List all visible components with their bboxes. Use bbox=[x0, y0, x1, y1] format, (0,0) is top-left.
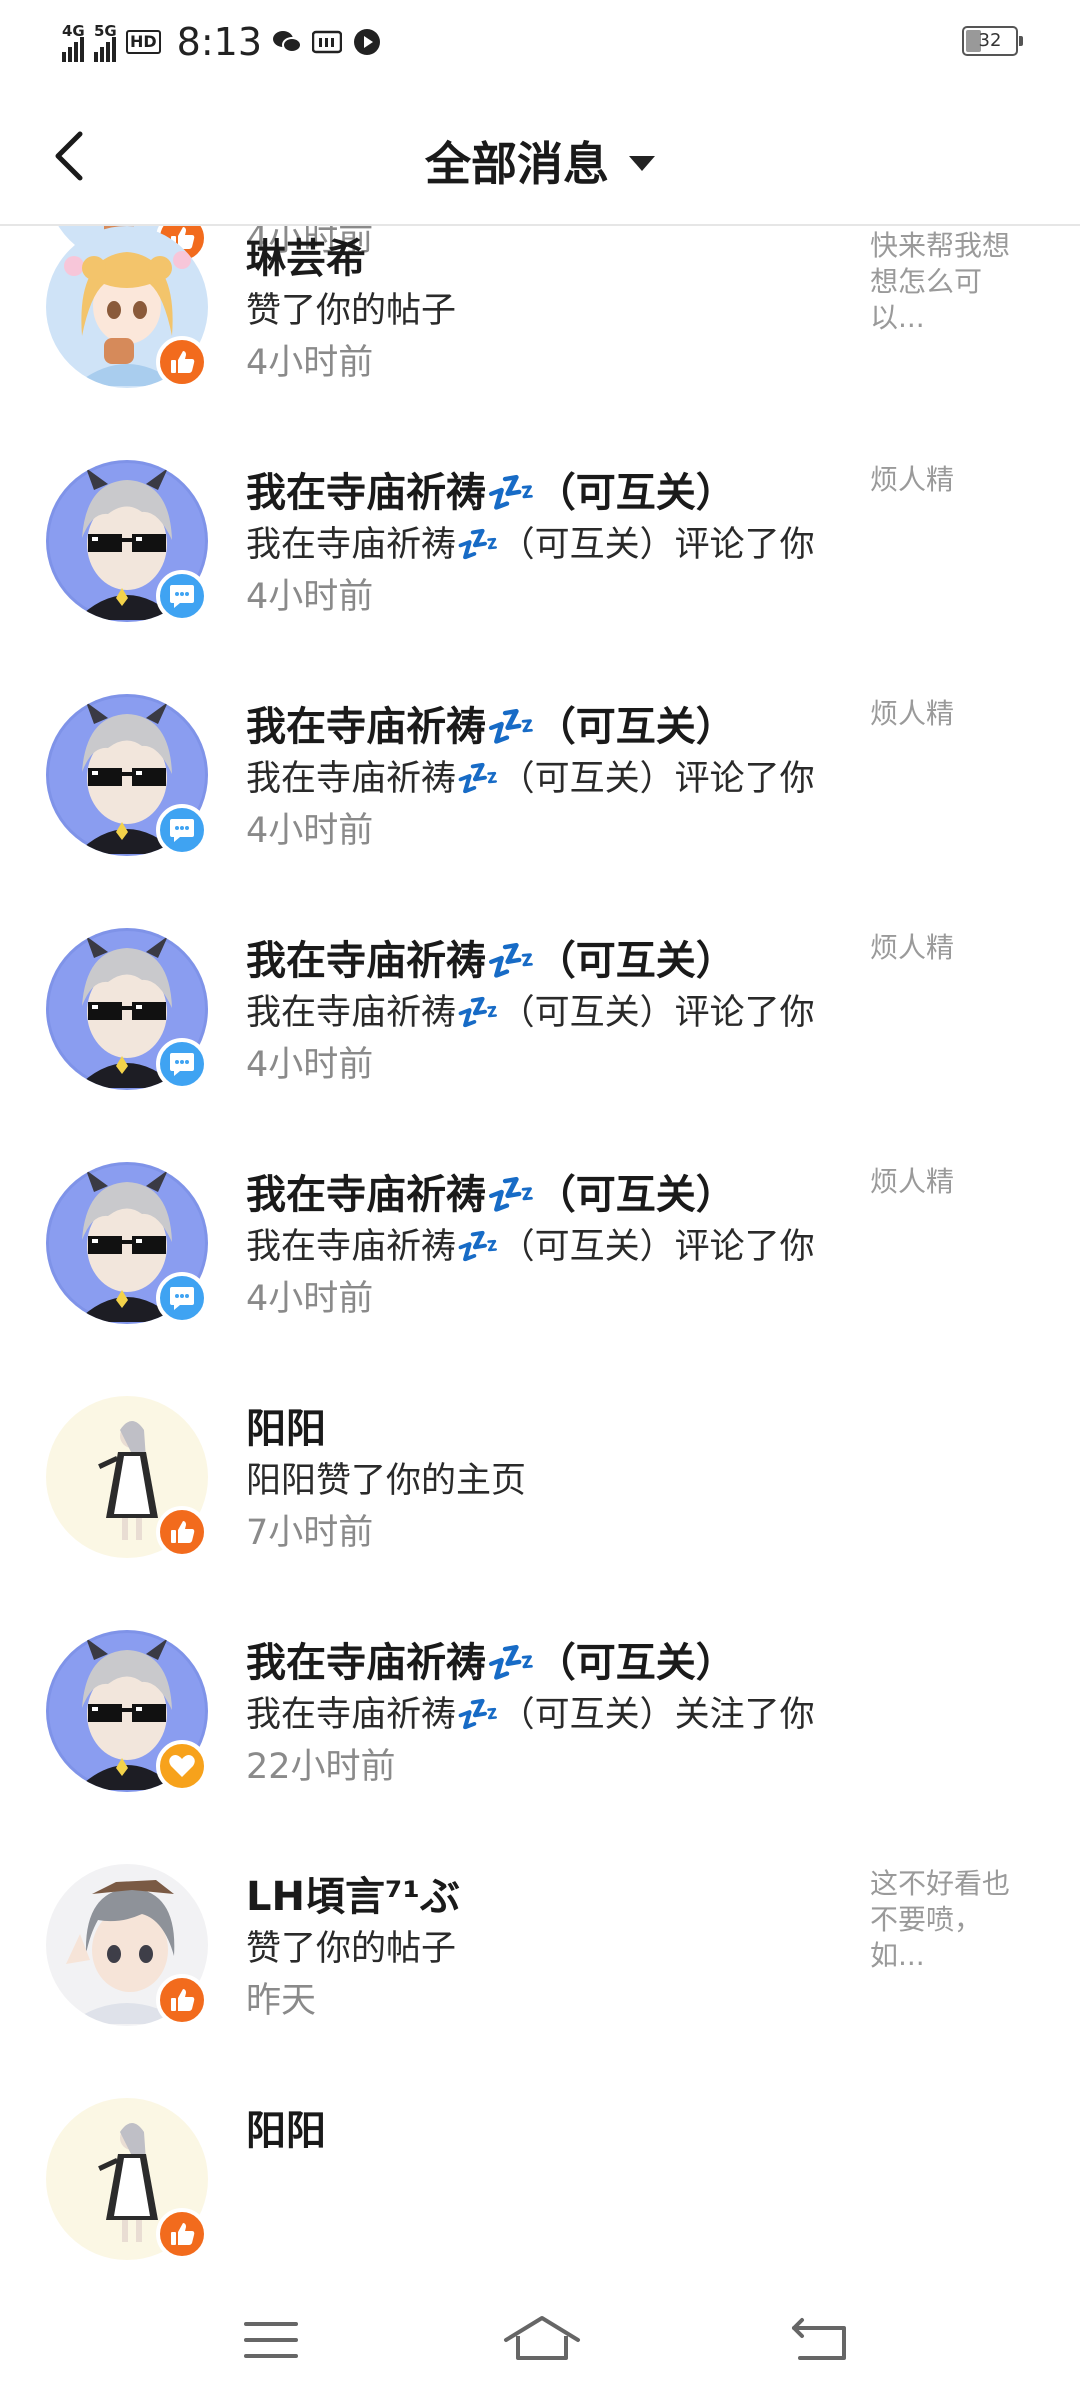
comment-badge bbox=[156, 804, 208, 856]
thumbs-up-badge-icon bbox=[171, 1989, 195, 2011]
message-item[interactable]: 我在寺庙祈祷💤（可互关） 我在寺庙祈祷💤（可互关）关注了你 22小时前 bbox=[0, 1630, 1080, 1864]
message-action: 我在寺庙祈祷💤（可互关）评论了你 bbox=[246, 759, 815, 799]
message-action: 我在寺庙祈祷💤（可互关）关注了你 bbox=[246, 1695, 815, 1735]
signal-4g-icon: 4G bbox=[62, 22, 85, 62]
thumbs-up-badge-icon bbox=[171, 2223, 195, 2245]
wechat-icon bbox=[272, 27, 303, 57]
message-time: 4小时前 bbox=[246, 343, 374, 383]
comment-badge-icon bbox=[170, 1053, 194, 1076]
system-navigation-bar bbox=[0, 2282, 1080, 2408]
message-item[interactable]: 我在寺庙祈祷💤（可互关） 我在寺庙祈祷💤（可互关）评论了你 4小时前 烦人精 bbox=[0, 460, 1080, 694]
sender-name[interactable]: 琳芸希 bbox=[246, 226, 366, 284]
sender-name[interactable]: LH頃言⁷¹ぶ bbox=[246, 1864, 460, 1922]
hd-voice-icon: HD bbox=[126, 30, 161, 54]
message-time: 22小时前 bbox=[246, 1747, 396, 1787]
message-item[interactable]: 我在寺庙祈祷💤（可互关） 我在寺庙祈祷💤（可互关）评论了你 4小时前 烦人精 bbox=[0, 1162, 1080, 1396]
like-badge bbox=[156, 336, 208, 388]
return-button[interactable] bbox=[786, 2310, 856, 2370]
message-list[interactable]: 赞了你的帖子4小时前看...琳芸希赞了你的帖子4小时前快来帮我想想怎么可以...… bbox=[0, 226, 1080, 2282]
battery-percent: 32 bbox=[978, 30, 1002, 51]
message-action: 阳阳赞了你的主页 bbox=[246, 1461, 527, 1501]
comment-badge bbox=[156, 1272, 208, 1324]
message-action: 赞了你的帖子 bbox=[246, 291, 457, 331]
post-snippet[interactable]: 烦人精 bbox=[870, 696, 1030, 732]
message-time: 昨天 bbox=[246, 1981, 317, 2021]
sender-name[interactable]: 我在寺庙祈祷💤（可互关） bbox=[246, 460, 736, 518]
post-snippet[interactable]: 烦人精 bbox=[870, 930, 1030, 966]
thumbs-up-badge-icon bbox=[171, 351, 195, 373]
message-action: 赞了你的帖子 bbox=[246, 1929, 457, 1969]
sender-name[interactable]: 阳阳 bbox=[246, 2098, 326, 2156]
comment-badge-icon bbox=[170, 819, 194, 842]
comment-badge-icon bbox=[170, 1287, 194, 1310]
message-item[interactable]: 阳阳阳阳赞了你的主页 7小时前 bbox=[0, 1396, 1080, 1630]
sender-name[interactable]: 阳阳 bbox=[246, 1396, 326, 1454]
home-icon bbox=[504, 2316, 580, 2360]
clock: 8:13 bbox=[176, 20, 263, 64]
back-icon bbox=[792, 2318, 846, 2360]
comment-badge bbox=[156, 570, 208, 622]
message-action: 我在寺庙祈祷💤（可互关）评论了你 bbox=[246, 993, 815, 1033]
like-badge bbox=[156, 2208, 208, 2260]
like-badge bbox=[156, 1506, 208, 1558]
music-app-icon bbox=[352, 27, 382, 57]
post-snippet[interactable]: 这不好看也不要喷，如... bbox=[870, 1866, 1030, 1974]
menu-button[interactable] bbox=[236, 2310, 306, 2370]
iqiyi-icon bbox=[312, 27, 343, 57]
message-item[interactable]: 琳芸希赞了你的帖子 4小时前 快来帮我想想怎么可以... bbox=[0, 226, 1080, 460]
thumbs-up-badge-icon bbox=[171, 1521, 195, 1543]
message-time: 4小时前 bbox=[246, 811, 374, 851]
follow-badge bbox=[156, 1740, 208, 1792]
home-button[interactable] bbox=[500, 2310, 584, 2370]
message-item[interactable]: 阳阳 bbox=[0, 2098, 1080, 2282]
post-snippet[interactable]: 快来帮我想想怎么可以... bbox=[870, 228, 1030, 336]
menu-icon bbox=[244, 2322, 298, 2358]
page-title: 全部消息 bbox=[425, 137, 609, 191]
post-snippet[interactable]: 烦人精 bbox=[870, 462, 1030, 498]
header: 全部消息 bbox=[0, 84, 1080, 226]
message-item[interactable]: 我在寺庙祈祷💤（可互关） 我在寺庙祈祷💤（可互关）评论了你 4小时前 烦人精 bbox=[0, 928, 1080, 1162]
battery-icon: 32 bbox=[962, 26, 1023, 56]
message-action: 我在寺庙祈祷💤（可互关）评论了你 bbox=[246, 525, 815, 565]
status-bar: 4G 5G HD 8:13 32 bbox=[0, 0, 1080, 84]
signal-5g-icon: 5G bbox=[94, 22, 117, 62]
post-snippet[interactable]: 烦人精 bbox=[870, 1164, 1030, 1200]
message-time: 4小时前 bbox=[246, 577, 374, 617]
heart-badge-icon bbox=[169, 1755, 195, 1777]
message-filter-dropdown[interactable]: 全部消息 bbox=[0, 128, 1080, 194]
sender-name[interactable]: 我在寺庙祈祷💤（可互关） bbox=[246, 694, 736, 752]
message-item[interactable]: LH頃言⁷¹ぶ赞了你的帖子 昨天 这不好看也不要喷，如... bbox=[0, 1864, 1080, 2098]
message-item[interactable]: 我在寺庙祈祷💤（可互关） 我在寺庙祈祷💤（可互关）评论了你 4小时前 烦人精 bbox=[0, 694, 1080, 928]
caret-down-icon bbox=[629, 155, 655, 171]
comment-badge-icon bbox=[170, 585, 194, 608]
sender-name[interactable]: 我在寺庙祈祷💤（可互关） bbox=[246, 1162, 736, 1220]
status-bar-left: 4G 5G HD 8:13 bbox=[62, 18, 382, 66]
message-time: 4小时前 bbox=[246, 1279, 374, 1319]
message-action: 我在寺庙祈祷💤（可互关）评论了你 bbox=[246, 1227, 815, 1267]
message-time: 7小时前 bbox=[246, 1513, 374, 1553]
sender-name[interactable]: 我在寺庙祈祷💤（可互关） bbox=[246, 928, 736, 986]
like-badge bbox=[156, 1974, 208, 2026]
comment-badge bbox=[156, 1038, 208, 1090]
message-time: 4小时前 bbox=[246, 1045, 374, 1085]
sender-name[interactable]: 我在寺庙祈祷💤（可互关） bbox=[246, 1630, 736, 1688]
